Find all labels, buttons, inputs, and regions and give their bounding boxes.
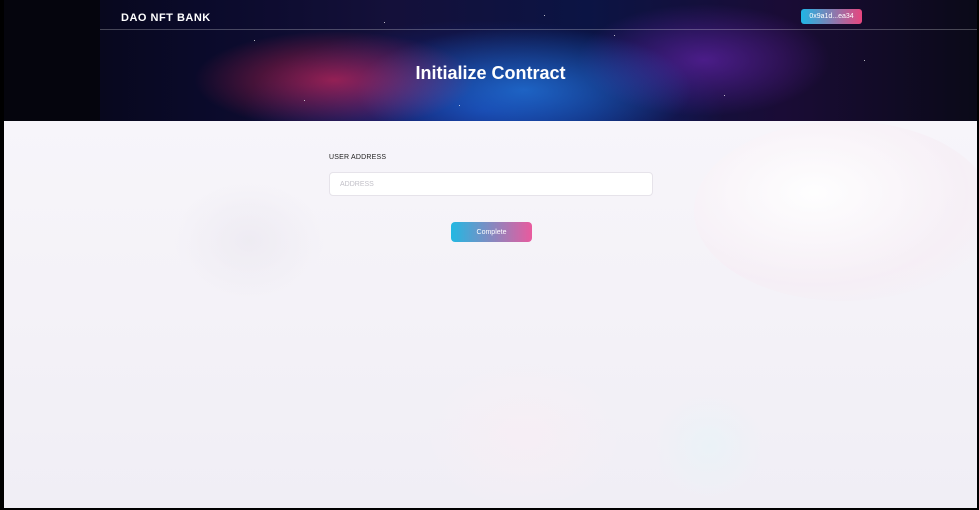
main-content: USER ADDRESS Complete — [4, 121, 977, 508]
decorative-bubble — [654, 391, 764, 501]
complete-button[interactable]: Complete — [451, 222, 532, 242]
user-address-label: USER ADDRESS — [329, 154, 387, 161]
brand-logo[interactable]: DAO NFT BANK — [121, 12, 211, 24]
wallet-address-button[interactable]: 0x9a1d...ea34 — [801, 9, 862, 24]
user-address-input[interactable] — [329, 172, 653, 196]
hero-header: DAO NFT BANK 0x9a1d...ea34 Initialize Co… — [4, 0, 977, 121]
decorative-bubble — [174, 181, 324, 301]
header-divider — [100, 29, 977, 30]
page-title: Initialize Contract — [415, 63, 566, 83]
decorative-bubble — [424, 361, 624, 508]
header-dark-panel — [4, 0, 100, 121]
decorative-bubble — [694, 121, 977, 301]
